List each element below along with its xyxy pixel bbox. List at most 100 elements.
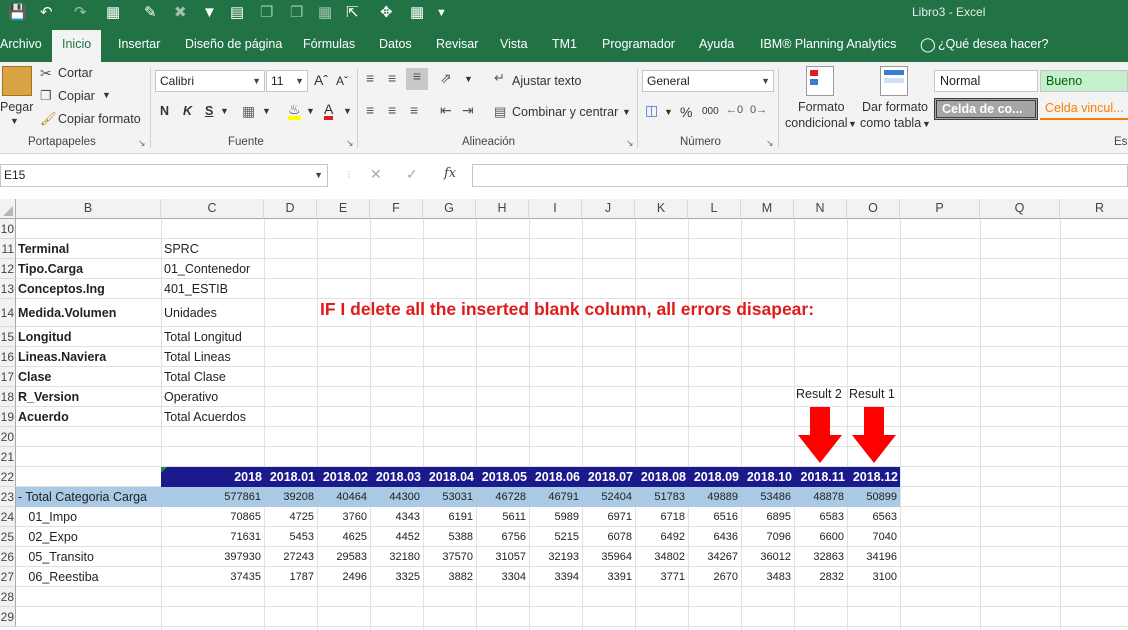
number-launcher-icon[interactable]: ↘ [766, 138, 774, 149]
row-header-11[interactable]: 11 [0, 239, 16, 259]
tab-revisar[interactable]: Revisar [436, 26, 478, 62]
row-header-25[interactable]: 25 [0, 527, 16, 547]
style-normal[interactable]: Normal [934, 70, 1038, 92]
orientation-icon[interactable]: ⇗ [440, 70, 452, 87]
cut-button[interactable]: Cortar [58, 66, 93, 80]
paste-dropdown-icon[interactable]: ▼ [10, 116, 19, 126]
row-header-21[interactable]: 21 [0, 447, 16, 467]
thousands-button[interactable]: 000 [702, 106, 719, 117]
tab-ayuda[interactable]: Ayuda [699, 26, 734, 62]
table-format-dropdown-icon[interactable]: ▼ [922, 119, 931, 129]
paste-icon[interactable] [2, 66, 32, 96]
name-box[interactable]: E15 ▼ [0, 164, 328, 187]
column-header-g[interactable]: G [423, 199, 476, 219]
decrease-decimal-icon[interactable]: 0→ [750, 104, 767, 116]
column-header-p[interactable]: P [900, 199, 980, 219]
form-icon[interactable]: ▤ [230, 3, 244, 23]
increase-indent-icon[interactable]: ⇥ [462, 102, 474, 119]
row-header-27[interactable]: 27 [0, 567, 16, 587]
insert-function-icon[interactable]: fx [444, 166, 456, 181]
number-format-select[interactable]: General ▼ [642, 70, 774, 92]
tab-archivo[interactable]: Archivo [0, 26, 42, 62]
merge-dropdown-icon[interactable]: ▼ [622, 107, 631, 117]
enter-icon[interactable]: ✓ [406, 166, 418, 183]
row-header-20[interactable]: 20 [0, 427, 16, 447]
filter-icon[interactable]: ▼ [202, 3, 217, 23]
table-format-button[interactable]: Dar formato [862, 100, 928, 114]
copy-dropdown-icon[interactable]: ▼ [102, 90, 111, 100]
wrap-text-button[interactable]: Ajustar texto [512, 74, 581, 88]
filter-clear-icon[interactable]: ✖ [174, 3, 187, 23]
column-header-d[interactable]: D [264, 199, 317, 219]
row-header-19[interactable]: 19 [0, 407, 16, 427]
merge-center-button[interactable]: Combinar y centrar [512, 105, 618, 119]
align-top-icon[interactable]: ≡ [366, 70, 374, 86]
font-color-icon[interactable]: A [324, 102, 334, 120]
borders-icon[interactable]: ▦ [106, 3, 120, 23]
row-header-28[interactable]: 28 [0, 587, 16, 607]
tab-insertar[interactable]: Insertar [118, 26, 160, 62]
row-header-10[interactable]: 10 [0, 219, 16, 239]
customize-toolbar-icon[interactable]: ▼ [436, 3, 447, 23]
align-center-icon[interactable]: ≡ [388, 102, 396, 118]
row-header-23[interactable]: 23 [0, 487, 16, 507]
undo-icon[interactable]: ↶ [40, 3, 53, 23]
borders-dropdown-icon[interactable]: ▼ [262, 106, 271, 116]
italic-button[interactable]: K [183, 104, 192, 118]
column-header-c[interactable]: C [161, 199, 264, 219]
row-header-13[interactable]: 13 [0, 279, 16, 299]
paste-button[interactable]: Pegar [0, 100, 33, 114]
tab-datos[interactable]: Datos [379, 26, 412, 62]
bold-button[interactable]: N [160, 104, 169, 118]
font-name-select[interactable]: Calibri ▼ [155, 70, 265, 92]
alignment-launcher-icon[interactable]: ↘ [626, 138, 634, 149]
style-check-cell[interactable]: Celda de co... [934, 98, 1038, 120]
style-linked-cell[interactable]: Celda vincul... [1040, 98, 1128, 120]
tell-me-search[interactable]: ¿Qué desea hacer? [938, 26, 1049, 62]
column-header-i[interactable]: I [529, 199, 582, 219]
column-header-m[interactable]: M [741, 199, 794, 219]
fill-color-dropdown-icon[interactable]: ▼ [306, 106, 315, 116]
copy-button[interactable]: Copiar [58, 89, 95, 103]
format-painter-button[interactable]: Copiar formato [58, 112, 141, 126]
tab-tm1[interactable]: TM1 [552, 26, 577, 62]
align-left-icon[interactable]: ≡ [366, 102, 374, 118]
column-header-j[interactable]: J [582, 199, 635, 219]
column-header-l[interactable]: L [688, 199, 741, 219]
cancel-icon[interactable]: ✕ [370, 166, 382, 183]
underline-button[interactable]: S [205, 104, 213, 118]
align-bottom-icon[interactable]: ≡ [406, 68, 428, 90]
row-header-26[interactable]: 26 [0, 547, 16, 567]
row-header-14[interactable]: 14 [0, 299, 16, 327]
tab-formulas[interactable]: Fórmulas [303, 26, 355, 62]
column-header-e[interactable]: E [317, 199, 370, 219]
underline-dropdown-icon[interactable]: ▼ [220, 106, 229, 116]
align-right-icon[interactable]: ≡ [410, 102, 418, 118]
tab-vista[interactable]: Vista [500, 26, 528, 62]
decrease-font-icon[interactable]: Aˇ [336, 74, 348, 88]
fill-color-icon[interactable]: ♨ [288, 102, 301, 120]
row-header-18[interactable]: 18 [0, 387, 16, 407]
row-header-22[interactable]: 22 [0, 467, 16, 487]
column-header-b[interactable]: B [16, 199, 161, 219]
row-header-24[interactable]: 24 [0, 507, 16, 527]
font-color-dropdown-icon[interactable]: ▼ [343, 106, 352, 116]
column-header-f[interactable]: F [370, 199, 423, 219]
increase-font-icon[interactable]: Aˆ [314, 72, 328, 88]
tab-diseno-pagina[interactable]: Diseño de página [185, 26, 282, 62]
accounting-format-icon[interactable]: ◫ [645, 102, 658, 119]
clipboard-launcher-icon[interactable]: ↘ [138, 138, 146, 149]
column-header-r[interactable]: R [1060, 199, 1128, 219]
table-format-button-line2[interactable]: como tabla [860, 116, 921, 130]
row-header-16[interactable]: 16 [0, 347, 16, 367]
sheet-icon[interactable]: ▦ [410, 3, 424, 23]
align-middle-icon[interactable]: ≡ [388, 70, 396, 86]
conditional-format-button[interactable]: Formato [798, 100, 845, 114]
save-icon[interactable]: 💾 [8, 3, 27, 23]
row-header-15[interactable]: 15 [0, 327, 16, 347]
row-header-17[interactable]: 17 [0, 367, 16, 387]
column-header-h[interactable]: H [476, 199, 529, 219]
decrease-indent-icon[interactable]: ⇤ [440, 102, 452, 119]
borders-icon[interactable]: ▦ [242, 103, 255, 120]
style-good[interactable]: Bueno [1040, 70, 1128, 92]
